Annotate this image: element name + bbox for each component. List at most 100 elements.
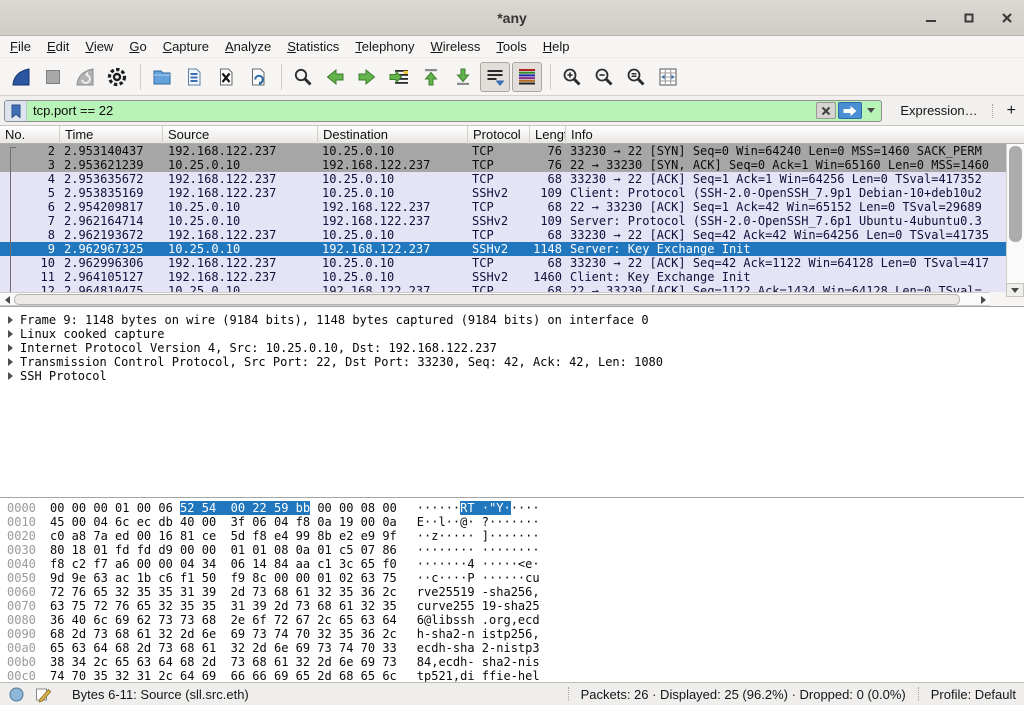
- close-file-button[interactable]: [211, 62, 241, 92]
- packet-row[interactable]: 10 2.962996306 192.168.122.237 10.25.0.1…: [0, 256, 1006, 270]
- hex-row[interactable]: 0070 63 75 72 76 65 32 35 35 31 39 2d 73…: [0, 599, 1024, 613]
- filter-apply-button[interactable]: [838, 102, 862, 119]
- menu-tools[interactable]: Tools: [496, 39, 526, 54]
- resize-columns-button[interactable]: [653, 62, 683, 92]
- cell-length: 76: [530, 158, 566, 172]
- colorize-packets-button[interactable]: [512, 62, 542, 92]
- hex-row[interactable]: 00b0 38 34 2c 65 63 64 68 2d 73 68 61 32…: [0, 655, 1024, 669]
- chevron-right-icon: [981, 296, 986, 304]
- collapsed-arrow-icon[interactable]: [8, 372, 13, 380]
- go-back-button[interactable]: [320, 62, 350, 92]
- menu-edit[interactable]: Edit: [47, 39, 69, 54]
- hex-row[interactable]: 0030 80 18 01 fd fd d9 00 00 01 01 08 0a…: [0, 543, 1024, 557]
- detail-row[interactable]: Transmission Control Protocol, Src Port:…: [0, 355, 1024, 369]
- capture-comment-button[interactable]: [35, 686, 52, 703]
- col-source[interactable]: Source: [163, 126, 318, 144]
- hex-row[interactable]: 0090 68 2d 73 68 61 32 2d 6e 69 73 74 70…: [0, 627, 1024, 641]
- filter-history-dropdown[interactable]: [864, 102, 878, 119]
- menu-statistics[interactable]: Statistics: [287, 39, 339, 54]
- status-profile[interactable]: Profile: Default: [931, 687, 1016, 702]
- expression-button[interactable]: Expression…: [900, 103, 977, 118]
- packet-row[interactable]: 9 2.962967325 10.25.0.10 192.168.122.237…: [0, 242, 1006, 256]
- start-capture-button[interactable]: [6, 62, 36, 92]
- cell-source: 10.25.0.10: [163, 200, 318, 214]
- save-file-button[interactable]: [179, 62, 209, 92]
- capture-options-button[interactable]: [102, 62, 132, 92]
- zoom-original-button[interactable]: [621, 62, 651, 92]
- close-button[interactable]: [1000, 11, 1014, 25]
- menu-help[interactable]: Help: [543, 39, 570, 54]
- col-destination[interactable]: Destination: [318, 126, 468, 144]
- maximize-button[interactable]: [962, 11, 976, 25]
- minimize-button[interactable]: [924, 11, 938, 25]
- hex-row[interactable]: 0050 9d 9e 63 ac 1b c6 f1 50 f9 8c 00 00…: [0, 571, 1024, 585]
- detail-row[interactable]: Frame 9: 1148 bytes on wire (9184 bits),…: [0, 313, 1024, 327]
- hex-row[interactable]: 0040 f8 c2 f7 a6 00 00 04 34 06 14 84 aa…: [0, 557, 1024, 571]
- col-info[interactable]: Info: [566, 126, 1024, 144]
- detail-row[interactable]: Internet Protocol Version 4, Src: 10.25.…: [0, 341, 1024, 355]
- col-length[interactable]: Length: [530, 126, 566, 144]
- hex-row[interactable]: 0080 36 40 6c 69 62 73 73 68 2e 6f 72 67…: [0, 613, 1024, 627]
- hex-row[interactable]: 0020 c0 a8 7a ed 00 16 81 ce 5d f8 e4 99…: [0, 529, 1024, 543]
- menu-file[interactable]: File: [10, 39, 31, 54]
- packet-row[interactable]: 11 2.964105127 192.168.122.237 10.25.0.1…: [0, 270, 1006, 284]
- toolbar-separator: [550, 64, 551, 90]
- scroll-right-button[interactable]: [977, 295, 989, 305]
- hex-row[interactable]: 0010 45 00 04 6c ec db 40 00 3f 06 04 f8…: [0, 515, 1024, 529]
- find-packet-button[interactable]: [288, 62, 318, 92]
- hex-offset: 0030: [7, 543, 41, 557]
- expert-info-button[interactable]: [8, 686, 25, 703]
- col-no[interactable]: No.: [0, 126, 60, 144]
- hex-row[interactable]: 0060 72 76 65 32 35 35 31 39 2d 73 68 61…: [0, 585, 1024, 599]
- display-filter-input[interactable]: tcp.port == 22: [4, 100, 882, 122]
- menu-wireless[interactable]: Wireless: [431, 39, 481, 54]
- packet-row[interactable]: 4 2.953635672 192.168.122.237 10.25.0.10…: [0, 172, 1006, 186]
- packet-row[interactable]: 12 2.964810475 10.25.0.10 192.168.122.23…: [0, 284, 1006, 292]
- hex-row[interactable]: 00c0 74 70 35 32 31 2c 64 69 66 66 69 65…: [0, 669, 1024, 683]
- zoom-in-button[interactable]: [557, 62, 587, 92]
- detail-row[interactable]: Linux cooked capture: [0, 327, 1024, 341]
- menu-analyze[interactable]: Analyze: [225, 39, 271, 54]
- open-file-button[interactable]: [147, 62, 177, 92]
- packet-list-vertical-scrollbar[interactable]: [1006, 144, 1024, 283]
- title-bar[interactable]: *any: [0, 0, 1024, 36]
- col-time[interactable]: Time: [60, 126, 163, 144]
- go-forward-button[interactable]: [352, 62, 382, 92]
- scroll-left-button[interactable]: [1, 295, 13, 305]
- scrollbar-thumb[interactable]: [14, 294, 960, 305]
- reload-file-button[interactable]: [243, 62, 273, 92]
- hex-row[interactable]: 0000 00 00 00 01 00 06 52 54 00 22 59 bb…: [0, 501, 1024, 515]
- scroll-down-button[interactable]: [1006, 283, 1024, 297]
- go-to-packet-button[interactable]: [384, 62, 414, 92]
- col-protocol[interactable]: Protocol: [468, 126, 530, 144]
- collapsed-arrow-icon[interactable]: [8, 316, 13, 324]
- add-filter-button[interactable]: +: [1007, 102, 1016, 120]
- hex-seg: 38 34 2c 65 63 64 68 2d 73 68 61 32 2d 6…: [50, 655, 397, 669]
- packet-row[interactable]: 8 2.962193672 192.168.122.237 10.25.0.10…: [0, 228, 1006, 242]
- detail-row[interactable]: SSH Protocol: [0, 369, 1024, 383]
- collapsed-arrow-icon[interactable]: [8, 330, 13, 338]
- menu-capture[interactable]: Capture: [163, 39, 209, 54]
- collapsed-arrow-icon[interactable]: [8, 358, 13, 366]
- auto-scroll-button[interactable]: [480, 62, 510, 92]
- filter-bookmark-button[interactable]: [5, 101, 27, 121]
- collapsed-arrow-icon[interactable]: [8, 344, 13, 352]
- go-to-top-button[interactable]: [416, 62, 446, 92]
- packet-row[interactable]: 5 2.953835169 192.168.122.237 10.25.0.10…: [0, 186, 1006, 200]
- hex-row[interactable]: 00a0 65 63 64 68 2d 73 68 61 32 2d 6e 69…: [0, 641, 1024, 655]
- packet-list-horizontal-scrollbar[interactable]: [0, 292, 990, 306]
- zoom-out-button[interactable]: [589, 62, 619, 92]
- packet-row[interactable]: 7 2.962164714 10.25.0.10 192.168.122.237…: [0, 214, 1006, 228]
- restart-capture-button[interactable]: [70, 62, 100, 92]
- packet-row[interactable]: 2 2.953140437 192.168.122.237 10.25.0.10…: [0, 144, 1006, 158]
- packet-row[interactable]: 6 2.954209817 10.25.0.10 192.168.122.237…: [0, 200, 1006, 214]
- packet-row[interactable]: 3 2.953621239 10.25.0.10 192.168.122.237…: [0, 158, 1006, 172]
- menu-telephony[interactable]: Telephony: [355, 39, 414, 54]
- scrollbar-thumb[interactable]: [1009, 146, 1022, 242]
- cell-protocol: TCP: [468, 256, 530, 270]
- stop-capture-button[interactable]: [38, 62, 68, 92]
- menu-go[interactable]: Go: [129, 39, 146, 54]
- filter-clear-button[interactable]: [816, 102, 836, 119]
- go-to-bottom-button[interactable]: [448, 62, 478, 92]
- menu-view[interactable]: View: [85, 39, 113, 54]
